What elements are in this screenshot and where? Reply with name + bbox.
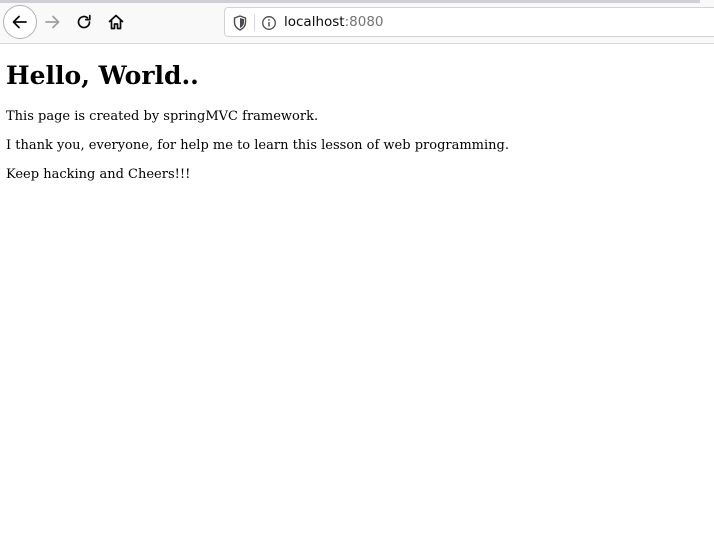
home-icon [108, 14, 124, 30]
home-button[interactable] [100, 6, 132, 38]
page-heading: Hello, World.. [6, 61, 199, 90]
url-bar-separator [254, 14, 255, 31]
back-button[interactable] [3, 5, 37, 39]
arrow-left-icon [12, 15, 27, 29]
reload-icon [77, 14, 91, 29]
arrow-right-icon [45, 15, 60, 29]
url-host: localhost [284, 14, 345, 30]
paragraph-3: Keep hacking and Cheers!!! [6, 167, 191, 182]
reload-button[interactable] [68, 6, 100, 38]
paragraph-2: I thank you, everyone, for help me to le… [6, 138, 509, 153]
url-bar[interactable]: localhost:8080 [224, 7, 714, 37]
info-icon[interactable] [261, 15, 277, 36]
page-content: Hello, World.. This page is created by s… [0, 44, 714, 555]
paragraph-1: This page is created by springMVC framew… [6, 109, 319, 124]
url-text[interactable]: localhost:8080 [284, 13, 384, 31]
browser-toolbar: localhost:8080 [0, 0, 714, 44]
tab-strip-edge [0, 0, 700, 3]
forward-button[interactable] [36, 6, 68, 38]
shield-icon[interactable] [233, 15, 247, 36]
url-port: :8080 [344, 14, 384, 30]
